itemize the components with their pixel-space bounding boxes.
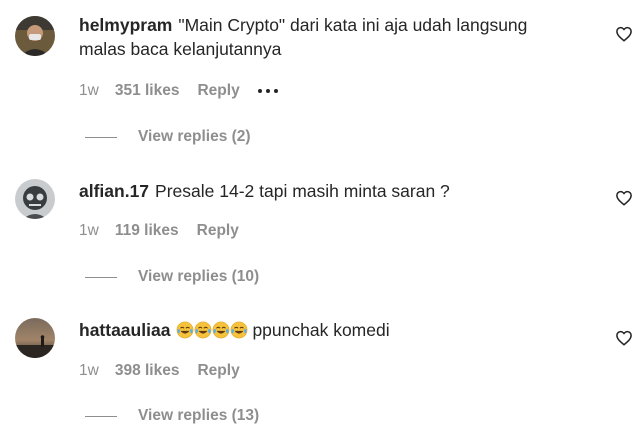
comment-text: alfian.17 Presale 14-2 tapi masih minta s… (79, 179, 599, 203)
comment-time[interactable]: 1w (79, 221, 99, 241)
view-replies-label: View replies (2) (138, 128, 251, 145)
comment-time[interactable]: 1w (79, 81, 99, 101)
comment-body: ppunchak komedi (252, 320, 390, 340)
comment-likes[interactable]: 351 likes (115, 81, 180, 101)
replies-divider (85, 136, 117, 138)
comment-username[interactable]: alfian.17 (79, 181, 149, 201)
avatar[interactable] (15, 179, 55, 219)
view-replies-label: View replies (13) (138, 407, 260, 424)
view-replies-button[interactable]: View replies (2) (85, 127, 251, 147)
comment-body: Presale 14-2 tapi masih minta saran ? (155, 181, 450, 201)
view-replies-button[interactable]: View replies (10) (85, 267, 259, 287)
comment-meta: 1w 351 likes Reply (79, 81, 278, 101)
comment-meta: 1w 119 likes Reply (79, 221, 257, 241)
heart-outline-icon[interactable] (615, 25, 633, 43)
comment-time[interactable]: 1w (79, 361, 99, 381)
reply-button[interactable]: Reply (197, 361, 239, 381)
comment-username[interactable]: hattaauliaa (79, 320, 170, 340)
face-with-tears-of-joy-icon (213, 321, 230, 339)
avatar[interactable] (15, 16, 55, 56)
face-with-tears-of-joy-icon (177, 321, 194, 339)
comment-body-line2: malas baca kelanjutannya (79, 39, 282, 59)
avatar-image (15, 179, 55, 219)
reply-button[interactable]: Reply (197, 221, 239, 241)
view-replies-button[interactable]: View replies (13) (85, 406, 259, 426)
more-options-icon[interactable] (257, 85, 278, 97)
heart-outline-icon[interactable] (615, 329, 633, 347)
heart-outline-icon[interactable] (615, 189, 633, 207)
view-replies-label: View replies (10) (138, 268, 260, 285)
comment-body-line1: "Main Crypto" dari kata ini aja udah lan… (178, 15, 528, 35)
face-with-tears-of-joy-icon (195, 321, 212, 339)
face-with-tears-of-joy-icon (231, 321, 248, 339)
emoji-group (176, 321, 248, 339)
replies-divider (85, 415, 117, 417)
reply-button[interactable]: Reply (197, 81, 239, 101)
avatar-image (15, 16, 55, 56)
replies-divider (85, 276, 117, 278)
comment-username[interactable]: helmypram (79, 15, 172, 35)
avatar-image (15, 318, 55, 358)
comment-text: hattaauliaa ppunchak komedi (79, 318, 599, 342)
comment-meta: 1w 398 likes Reply (79, 361, 258, 381)
avatar[interactable] (15, 318, 55, 358)
comment-likes[interactable]: 119 likes (115, 221, 179, 241)
comment-likes[interactable]: 398 likes (115, 361, 180, 381)
comment-text: helmypram "Main Crypto" dari kata ini aja… (79, 13, 599, 61)
